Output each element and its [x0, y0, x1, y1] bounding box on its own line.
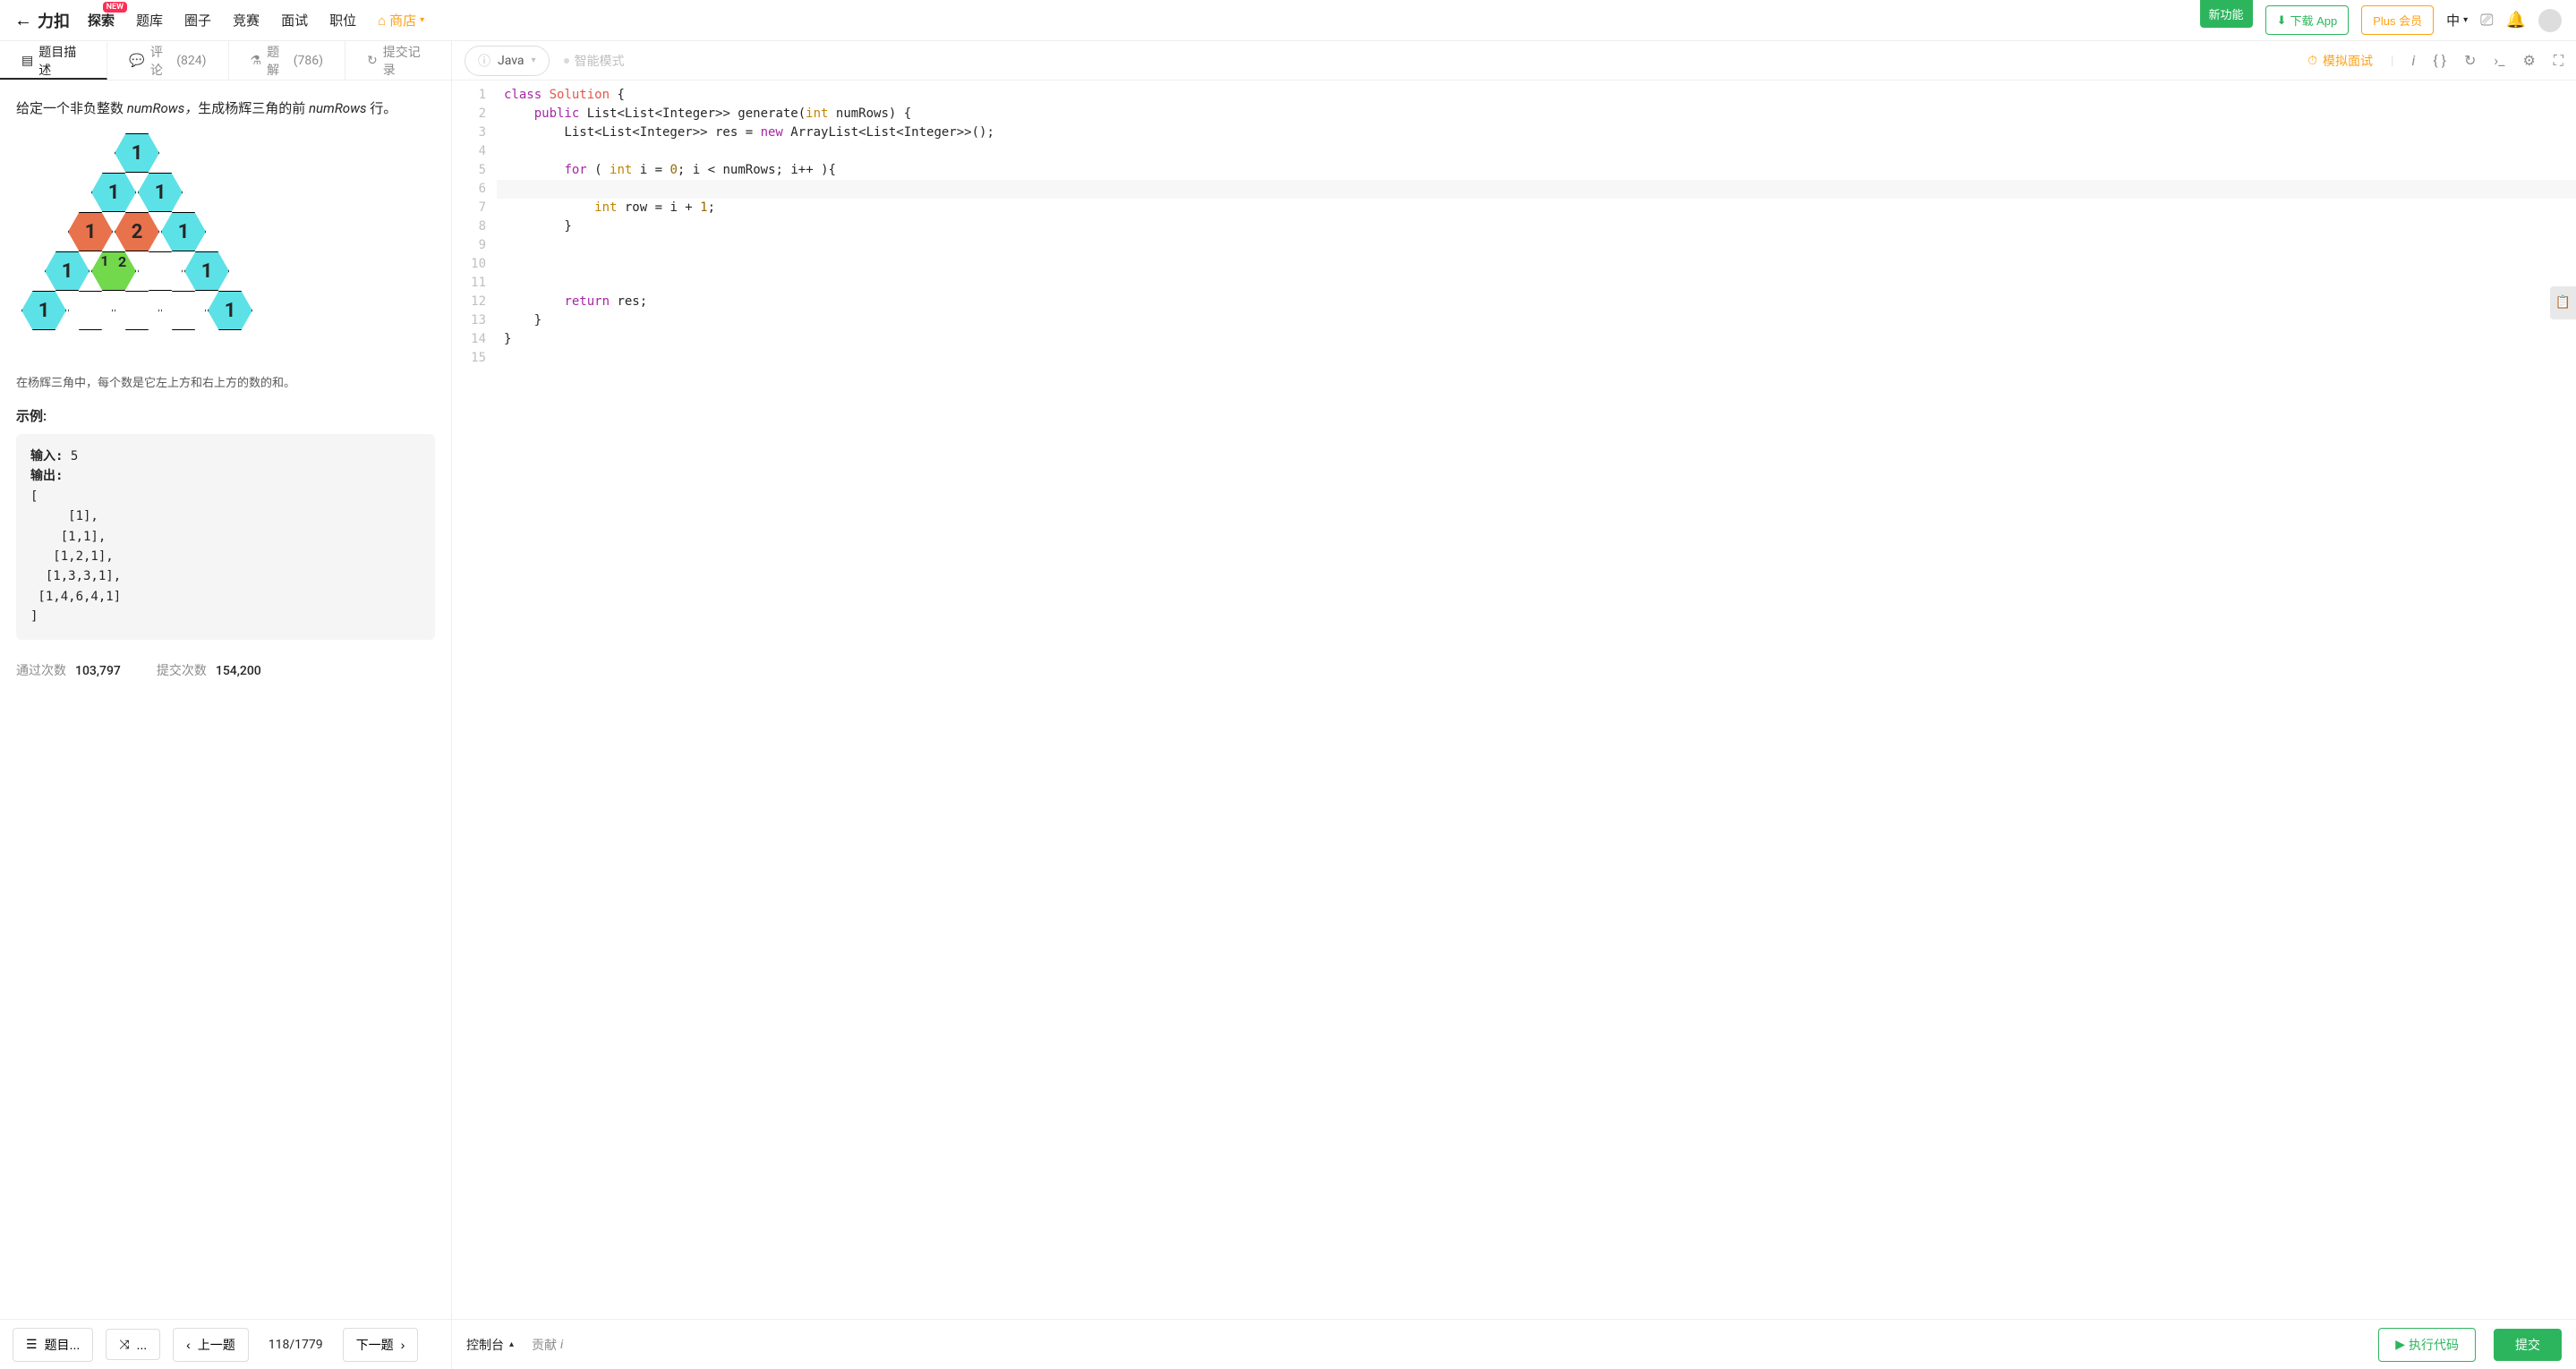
problem-statement: 给定一个非负整数 numRows，生成杨辉三角的前 numRows 行。 [16, 97, 435, 121]
pascal-triangle-figure: 1 1 1 1 2 1 1 12 1 1 [16, 133, 435, 357]
chevron-right-icon: › [401, 1338, 405, 1352]
playground-icon[interactable]: ⎚ [2480, 11, 2493, 30]
clipboard-icon[interactable]: 📋 [2550, 286, 2576, 319]
chevron-down-icon: ▾ [532, 55, 536, 65]
play-icon: ▶ [2395, 1337, 2405, 1352]
reset-icon[interactable]: ↻ [2464, 52, 2476, 69]
tab-description[interactable]: ▤ 题目描述 [0, 41, 107, 80]
plus-member-button[interactable]: Plus 会员 [2361, 5, 2434, 35]
right-pane: ⓘ Java ▾ 智能模式 ⏱ 模拟面试 | i { } ↻ ›_ ⚙ ⛶ [452, 41, 2576, 1369]
new-feature-flag[interactable]: 新功能 [2200, 0, 2253, 28]
language-select[interactable]: ⓘ Java ▾ [465, 46, 550, 76]
fullscreen-icon[interactable]: ⛶ [2554, 52, 2563, 70]
figure-caption: 在杨辉三角中，每个数是它左上方和右上方的数的和。 [16, 373, 435, 390]
shuffle-icon: ⤨ [119, 1337, 129, 1352]
example-title: 示例: [16, 406, 435, 425]
editor-toolbar: ⓘ Java ▾ 智能模式 ⏱ 模拟面试 | i { } ↻ ›_ ⚙ ⛶ [452, 41, 2576, 81]
code-icon: ⓘ [478, 52, 490, 70]
nav-items: 探索 NEW 题库 圈子 竞赛 面试 职位 ⌂ 商店 ▾ [88, 11, 424, 30]
smart-mode-indicator[interactable]: 智能模式 [564, 52, 625, 70]
right-bottom-bar: 控制台 ▴ 贡献 i ▶ 执行代码 提交 [452, 1319, 2576, 1369]
nav-circle[interactable]: 圈子 [184, 11, 211, 30]
left-bottom-bar: ☰ 题目... ⤨ ... ‹ 上一题 118/1779 下一题 › [0, 1319, 451, 1369]
problem-tabs: ▤ 题目描述 💬 评论 (824) ⚗ 题解(786) ↻ 提交记录 [0, 41, 451, 81]
code-editor[interactable]: 123456789101112131415 class Solution { p… [452, 81, 2576, 1319]
status-dot-icon [564, 58, 569, 64]
nav-jobs[interactable]: 职位 [329, 11, 356, 30]
chevron-left-icon: ‹ [186, 1338, 191, 1352]
braces-icon[interactable]: { } [2433, 52, 2446, 69]
chevron-down-icon: ▾ [420, 15, 424, 25]
nav-problems[interactable]: 题库 [136, 11, 163, 30]
chevron-down-icon: ▾ [2463, 15, 2468, 25]
problem-list-button[interactable]: ☰ 题目... [13, 1328, 93, 1362]
run-code-button[interactable]: ▶ 执行代码 [2378, 1328, 2476, 1362]
flask-icon: ⚗ [251, 54, 262, 68]
stat-submit: 提交次数154,200 [157, 661, 261, 679]
tab-submissions[interactable]: ↻ 提交记录 [345, 41, 451, 80]
comment-icon: 💬 [129, 54, 144, 68]
top-nav: ← 力扣 探索 NEW 题库 圈子 竞赛 面试 职位 ⌂ 商店 ▾ 新功能 ⬇ … [0, 0, 2576, 41]
stat-pass: 通过次数103,797 [16, 661, 121, 679]
back-arrow-icon: ← [14, 9, 32, 31]
tab-discuss[interactable]: 💬 评论 (824) [107, 41, 228, 80]
new-badge: NEW [103, 2, 127, 13]
shuffle-button[interactable]: ⤨ ... [106, 1329, 160, 1360]
nav-explore[interactable]: 探索 NEW [88, 11, 115, 30]
download-app-button[interactable]: ⬇ 下载 App [2265, 5, 2350, 35]
description-body: 给定一个非负整数 numRows，生成杨辉三角的前 numRows 行。 1 1… [0, 81, 451, 1319]
main-split: ▤ 题目描述 💬 评论 (824) ⚗ 题解(786) ↻ 提交记录 给定一个非… [0, 41, 2576, 1369]
language-switch[interactable]: 中 ▾ [2446, 11, 2468, 30]
line-gutter: 123456789101112131415 [452, 81, 497, 1319]
logo[interactable]: ← 力扣 [14, 9, 70, 32]
description-icon: ▤ [21, 54, 33, 68]
next-problem-button[interactable]: 下一题 › [343, 1328, 419, 1362]
code-area[interactable]: class Solution { public List<List<Intege… [497, 81, 2576, 1319]
editor-toolbar-right: ⏱ 模拟面试 | i { } ↻ ›_ ⚙ ⛶ [2307, 52, 2563, 70]
stats-row: 通过次数103,797 提交次数154,200 [16, 661, 435, 679]
mock-interview-button[interactable]: ⏱ 模拟面试 [2307, 52, 2373, 70]
nav-shop[interactable]: ⌂ 商店 ▾ [378, 11, 424, 30]
prev-problem-button[interactable]: ‹ 上一题 [173, 1328, 249, 1362]
shop-icon: ⌂ [378, 13, 386, 29]
info-icon: i [560, 1338, 563, 1352]
nav-interview[interactable]: 面试 [281, 11, 308, 30]
example-block: 输入: 5 输出: [ [1], [1,1], [1,2,1], [1,3,3,… [16, 434, 435, 640]
page-indicator: 118/1779 [261, 1338, 330, 1352]
download-icon: ⬇ [2277, 13, 2287, 28]
settings-icon[interactable]: ⚙ [2522, 52, 2535, 69]
tab-solution[interactable]: ⚗ 题解(786) [229, 41, 345, 80]
avatar[interactable] [2538, 9, 2562, 32]
bell-icon[interactable]: 🔔 [2506, 11, 2526, 30]
contribute-link[interactable]: 贡献 i [532, 1336, 563, 1354]
nav-contest[interactable]: 竞赛 [233, 11, 260, 30]
history-icon: ↻ [367, 54, 378, 68]
info-icon[interactable]: i [2411, 52, 2415, 69]
chevron-up-icon: ▴ [509, 1339, 514, 1349]
terminal-icon[interactable]: ›_ [2494, 52, 2504, 69]
left-pane: ▤ 题目描述 💬 评论 (824) ⚗ 题解(786) ↻ 提交记录 给定一个非… [0, 41, 452, 1369]
top-right: 新功能 ⬇ 下载 App Plus 会员 中 ▾ ⎚ 🔔 [2200, 5, 2562, 35]
submit-button[interactable]: 提交 [2494, 1329, 2562, 1361]
brand-text: 力扣 [38, 9, 70, 32]
console-toggle[interactable]: 控制台 ▴ [466, 1336, 514, 1354]
clock-icon: ⏱ [2307, 54, 2317, 68]
list-icon: ☰ [26, 1337, 38, 1352]
